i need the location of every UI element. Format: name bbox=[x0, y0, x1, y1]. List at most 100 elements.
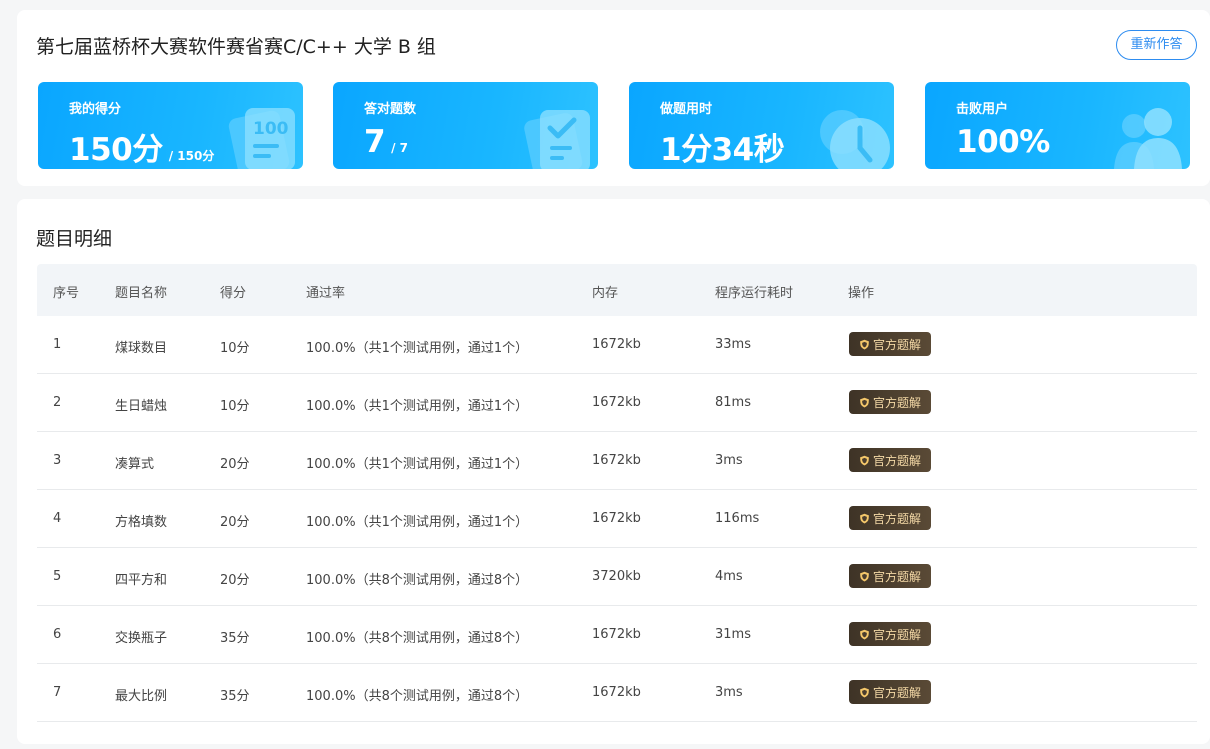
question-name: 方格填数 bbox=[115, 515, 168, 530]
official-solution-label: 官方题解 bbox=[872, 511, 921, 526]
table-row: 3 凑算式 20分 100.0%（共1个测试用例，通过1个） 1672kb 3ms 官方题解 bbox=[37, 432, 1197, 490]
runtime: 116ms bbox=[715, 511, 760, 526]
question-score: 10分 bbox=[220, 341, 250, 356]
stat-sub: / 7 bbox=[391, 141, 408, 155]
pass-rate: 100.0%（共1个测试用例，通过1个） bbox=[306, 341, 529, 356]
column-header-memory: 内存 bbox=[592, 286, 619, 301]
question-name: 最大比例 bbox=[115, 689, 168, 704]
stat-value: 100% bbox=[956, 124, 1050, 160]
memory-usage: 1672kb bbox=[592, 337, 641, 352]
official-solution-button[interactable]: 官方题解 bbox=[849, 622, 931, 646]
pass-rate: 100.0%（共8个测试用例，通过8个） bbox=[306, 573, 529, 588]
stat-card-score: 我的得分 150分 / 150分 100 bbox=[38, 82, 303, 169]
shield-icon bbox=[860, 397, 869, 407]
pass-rate: 100.0%（共1个测试用例，通过1个） bbox=[306, 457, 529, 472]
stat-label: 我的得分 bbox=[69, 102, 122, 117]
official-solution-label: 官方题解 bbox=[872, 569, 921, 584]
official-solution-label: 官方题解 bbox=[872, 337, 921, 352]
question-score: 20分 bbox=[220, 515, 250, 530]
column-header-action: 操作 bbox=[848, 286, 875, 301]
memory-usage: 3720kb bbox=[592, 569, 641, 584]
official-solution-button[interactable]: 官方题解 bbox=[849, 332, 931, 356]
row-number: 6 bbox=[53, 627, 62, 642]
official-solution-button[interactable]: 官方题解 bbox=[849, 680, 931, 704]
stat-value: 1分34秒 bbox=[660, 132, 785, 168]
official-solution-label: 官方题解 bbox=[872, 685, 921, 700]
memory-usage: 1672kb bbox=[592, 453, 641, 468]
row-number: 1 bbox=[53, 337, 62, 352]
question-score: 10分 bbox=[220, 399, 250, 414]
official-solution-button[interactable]: 官方题解 bbox=[849, 448, 931, 472]
shield-icon bbox=[860, 687, 869, 697]
question-score: 35分 bbox=[220, 631, 250, 646]
official-solution-label: 官方题解 bbox=[872, 395, 921, 410]
question-name: 交换瓶子 bbox=[115, 631, 168, 646]
official-solution-label: 官方题解 bbox=[872, 627, 921, 642]
runtime: 3ms bbox=[715, 453, 743, 468]
users-icon bbox=[1114, 108, 1182, 169]
official-solution-label: 官方题解 bbox=[872, 453, 921, 468]
question-name: 生日蜡烛 bbox=[115, 399, 168, 414]
pass-rate: 100.0%（共8个测试用例，通过8个） bbox=[306, 689, 529, 704]
question-score: 35分 bbox=[220, 689, 250, 704]
question-score: 20分 bbox=[220, 573, 250, 588]
shield-icon bbox=[860, 513, 869, 523]
shield-icon bbox=[860, 455, 869, 465]
stat-card-time: 做题用时 1分34秒 bbox=[629, 82, 894, 169]
pass-rate: 100.0%（共1个测试用例，通过1个） bbox=[306, 515, 529, 530]
table-row: 5 四平方和 20分 100.0%（共8个测试用例，通过8个） 3720kb 4ms 官方题… bbox=[37, 548, 1197, 606]
column-header-pass-rate: 通过率 bbox=[306, 286, 346, 301]
stat-card-correct: 答对题数 7 / 7 bbox=[333, 82, 598, 169]
pass-rate: 100.0%（共8个测试用例，通过8个） bbox=[306, 631, 529, 646]
question-score: 20分 bbox=[220, 457, 250, 472]
table-row: 6 交换瓶子 35分 100.0%（共8个测试用例，通过8个） 1672kb 31ms 官方… bbox=[37, 606, 1197, 664]
row-number: 4 bbox=[53, 511, 62, 526]
question-name: 煤球数目 bbox=[115, 341, 168, 356]
column-header-score: 得分 bbox=[220, 286, 247, 301]
shield-icon bbox=[860, 629, 869, 639]
memory-usage: 1672kb bbox=[592, 511, 641, 526]
official-solution-button[interactable]: 官方题解 bbox=[849, 506, 931, 530]
official-solution-button[interactable]: 官方题解 bbox=[849, 390, 931, 414]
table-row: 7 最大比例 35分 100.0%（共8个测试用例，通过8个） 1672kb 3ms 官方题… bbox=[37, 664, 1197, 722]
stat-sub: / 150分 bbox=[168, 149, 215, 163]
column-header-name: 题目名称 bbox=[115, 286, 168, 301]
shield-icon bbox=[860, 339, 869, 349]
shield-icon bbox=[860, 571, 869, 581]
question-name: 四平方和 bbox=[115, 573, 168, 588]
question-details-card: 题目明细 序号 题目名称 得分 通过率 内存 程序运行耗时 操作 1 煤球数目 10… bbox=[17, 199, 1210, 744]
svg-text:100: 100 bbox=[253, 119, 289, 139]
memory-usage: 1672kb bbox=[592, 685, 641, 700]
runtime: 81ms bbox=[715, 395, 751, 410]
stat-label: 做题用时 bbox=[660, 102, 713, 117]
column-header-runtime: 程序运行耗时 bbox=[715, 286, 794, 301]
section-title: 题目明细 bbox=[36, 228, 113, 250]
stat-label: 击败用户 bbox=[956, 102, 1009, 117]
runtime: 31ms bbox=[715, 627, 751, 642]
row-number: 2 bbox=[53, 395, 62, 410]
question-name: 凑算式 bbox=[115, 457, 155, 472]
stat-card-beaten: 击败用户 100% bbox=[925, 82, 1190, 169]
score-100-icon: 100 bbox=[228, 108, 295, 169]
pass-rate: 100.0%（共1个测试用例，通过1个） bbox=[306, 399, 529, 414]
row-number: 5 bbox=[53, 569, 62, 584]
row-number: 7 bbox=[53, 685, 62, 700]
memory-usage: 1672kb bbox=[592, 627, 641, 642]
stat-label: 答对题数 bbox=[364, 102, 417, 117]
runtime: 4ms bbox=[715, 569, 743, 584]
checklist-icon bbox=[524, 110, 590, 169]
memory-usage: 1672kb bbox=[592, 395, 641, 410]
column-header-no: 序号 bbox=[53, 286, 80, 301]
row-number: 3 bbox=[53, 453, 62, 468]
stat-value: 7 bbox=[364, 124, 386, 160]
table-row: 1 煤球数目 10分 100.0%（共1个测试用例，通过1个） 1672kb 33ms 官方… bbox=[37, 316, 1197, 374]
runtime: 3ms bbox=[715, 685, 743, 700]
redo-button[interactable]: 重新作答 bbox=[1116, 30, 1197, 60]
clock-icon bbox=[820, 110, 890, 169]
exam-title: 第七届蓝桥杯大赛软件赛省赛C/C++ 大学 B 组 bbox=[36, 36, 436, 58]
runtime: 33ms bbox=[715, 337, 751, 352]
table-row: 4 方格填数 20分 100.0%（共1个测试用例，通过1个） 1672kb 116ms 官… bbox=[37, 490, 1197, 548]
table-row: 2 生日蜡烛 10分 100.0%（共1个测试用例，通过1个） 1672kb 81ms 官方… bbox=[37, 374, 1197, 432]
official-solution-button[interactable]: 官方题解 bbox=[849, 564, 931, 588]
table-header: 序号 题目名称 得分 通过率 内存 程序运行耗时 操作 bbox=[37, 264, 1197, 316]
